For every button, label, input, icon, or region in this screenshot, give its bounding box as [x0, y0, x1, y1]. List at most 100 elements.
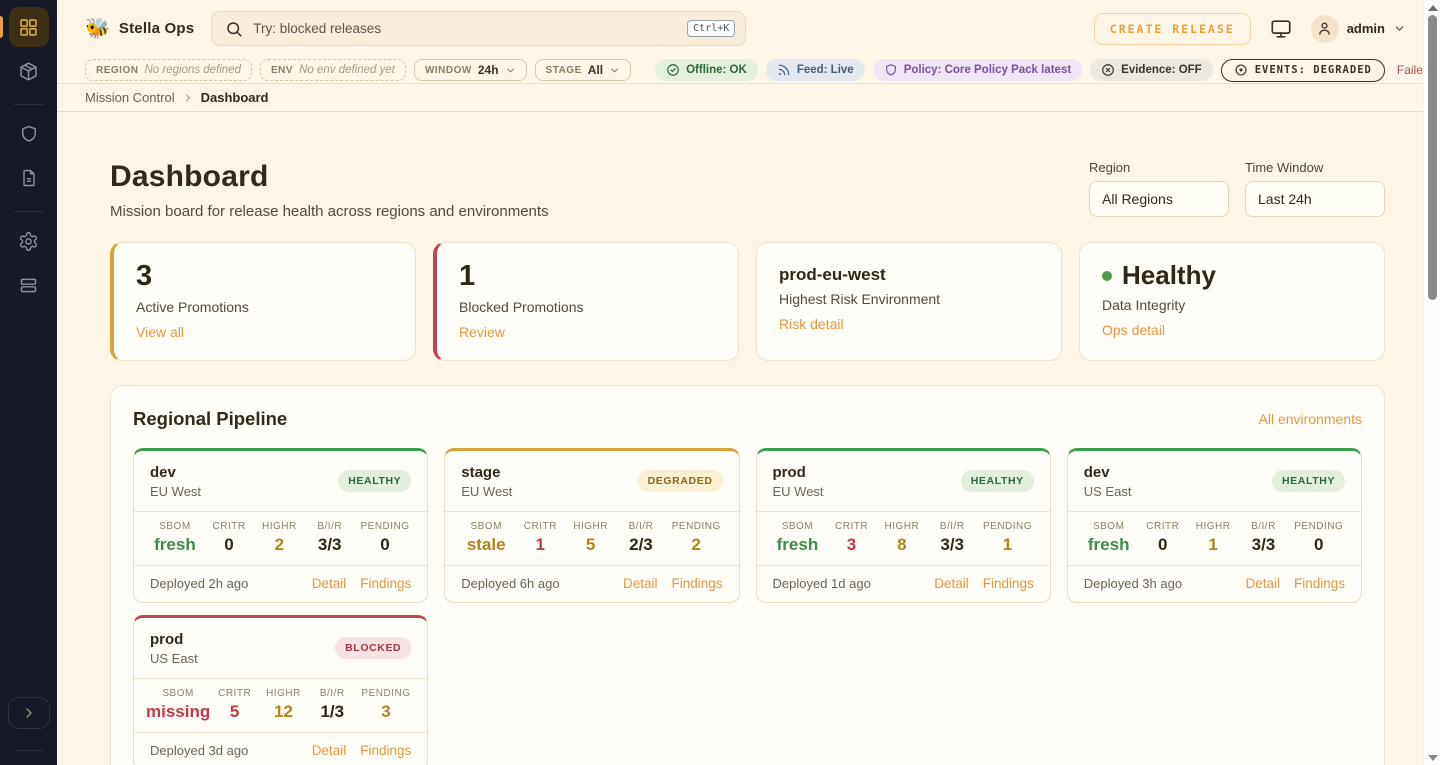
- region-select[interactable]: All Regions: [1089, 181, 1229, 217]
- env-filter-label: ENV: [271, 65, 293, 76]
- bir-value: 3/3: [1238, 535, 1288, 555]
- findings-link[interactable]: Findings: [671, 576, 722, 591]
- stage-filter[interactable]: STAGE All: [535, 59, 632, 81]
- detail-link[interactable]: Detail: [312, 576, 347, 591]
- pending-value: 0: [1289, 535, 1349, 555]
- sidebar-item-security[interactable]: [9, 114, 49, 154]
- user-menu[interactable]: admin: [1311, 15, 1406, 43]
- sbom-column-label: SBOM: [769, 521, 827, 532]
- env-filter-value: No env defined yet: [299, 64, 395, 76]
- env-name: dev: [1084, 464, 1132, 481]
- env-name: stage: [461, 464, 512, 481]
- findings-link[interactable]: Findings: [360, 743, 411, 758]
- region-select-label: Region: [1089, 160, 1229, 175]
- policy-status-pill[interactable]: Policy: Core Policy Pack latest: [873, 59, 1082, 81]
- pending-value: 1: [977, 535, 1037, 555]
- app-header: 🐝 Stella Ops Ctrl+K CREATE RELEASE admin: [57, 0, 1440, 57]
- sidebar-item-dashboard[interactable]: [9, 7, 49, 47]
- breadcrumb-mission-control[interactable]: Mission Control: [85, 90, 175, 105]
- app-title: Stella Ops: [119, 20, 194, 37]
- offline-status-pill[interactable]: Offline: OK: [655, 59, 758, 81]
- pipeline-card: stage EU West DEGRADED SBOMstale CRITR1 …: [444, 448, 739, 603]
- all-environments-link[interactable]: All environments: [1259, 411, 1363, 427]
- chevron-down-icon: [1393, 22, 1406, 35]
- feed-status-pill[interactable]: Feed: Live: [766, 59, 865, 81]
- critr-column-label: CRITR: [204, 521, 254, 532]
- circle-dot-icon: [1234, 63, 1248, 77]
- evidence-status-pill[interactable]: Evidence: OFF: [1090, 59, 1213, 81]
- deployed-ago: Deployed 3h ago: [1084, 576, 1182, 591]
- vertical-scrollbar[interactable]: [1423, 0, 1440, 765]
- pending-column-label: PENDING: [1289, 521, 1349, 532]
- sidebar-collapse-button[interactable]: [8, 697, 50, 729]
- bir-value: 2/3: [616, 535, 666, 555]
- sidebar-divider: [14, 750, 44, 751]
- findings-link[interactable]: Findings: [1294, 576, 1345, 591]
- monitor-icon[interactable]: [1270, 18, 1292, 40]
- policy-status-label: Policy: Core Policy Pack latest: [904, 64, 1071, 76]
- sbom-column-label: SBOM: [146, 688, 210, 699]
- sidebar-item-settings[interactable]: [9, 221, 49, 261]
- sidebar-footer: [0, 697, 57, 765]
- region-name: EU West: [150, 484, 201, 499]
- findings-link[interactable]: Findings: [983, 576, 1034, 591]
- window-filter[interactable]: WINDOW 24h: [414, 59, 527, 81]
- summary-stats: 3 Active Promotions View all 1 Blocked P…: [110, 242, 1385, 361]
- sidebar-item-documents[interactable]: [9, 158, 49, 198]
- create-release-button[interactable]: CREATE RELEASE: [1094, 13, 1251, 45]
- server-stack-icon: [18, 275, 39, 296]
- detail-link[interactable]: Detail: [312, 743, 347, 758]
- pending-column-label: PENDING: [666, 521, 726, 532]
- search-input[interactable]: [253, 21, 677, 36]
- risk-detail-link[interactable]: Risk detail: [779, 316, 844, 332]
- sbom-column-label: SBOM: [146, 521, 204, 532]
- stage-filter-value: All: [588, 63, 603, 77]
- critr-column-label: CRITR: [826, 521, 876, 532]
- scrollbar-up-arrow[interactable]: [1428, 5, 1438, 11]
- env-filter[interactable]: ENV No env defined yet: [260, 59, 406, 81]
- document-icon: [19, 168, 39, 188]
- status-badge: HEALTHY: [338, 470, 411, 492]
- package-icon: [18, 61, 39, 82]
- shield-icon: [884, 63, 898, 77]
- search-shortcut-kbd: Ctrl+K: [687, 20, 735, 37]
- highr-column-label: HIGHR: [877, 521, 927, 532]
- time-window-select[interactable]: Last 24h: [1245, 181, 1385, 217]
- check-circle-icon: [666, 63, 680, 77]
- stat-card-data-integrity: Healthy Data Integrity Ops detail: [1079, 242, 1385, 361]
- detail-link[interactable]: Detail: [623, 576, 658, 591]
- global-search[interactable]: Ctrl+K: [211, 11, 746, 46]
- detail-link[interactable]: Detail: [1245, 576, 1280, 591]
- bir-value: 3/3: [927, 535, 977, 555]
- sbom-value: fresh: [769, 535, 827, 555]
- pending-column-label: PENDING: [977, 521, 1037, 532]
- sidebar-item-infrastructure[interactable]: [9, 265, 49, 305]
- sidebar-item-releases[interactable]: [9, 51, 49, 91]
- pending-column-label: PENDING: [355, 521, 415, 532]
- status-badge: DEGRADED: [638, 470, 723, 492]
- findings-link[interactable]: Findings: [360, 576, 411, 591]
- highr-column-label: HIGHR: [254, 521, 304, 532]
- sidebar-divider: [14, 211, 44, 212]
- app-logo: 🐝: [85, 16, 110, 41]
- offline-status-label: Offline: OK: [686, 64, 747, 76]
- ops-detail-link[interactable]: Ops detail: [1102, 322, 1165, 338]
- chevron-right-icon: [21, 705, 37, 721]
- deployed-ago: Deployed 6h ago: [461, 576, 559, 591]
- pipeline-card: prod US East BLOCKED SBOMmissing CRITR5 …: [133, 615, 428, 765]
- env-name: prod: [773, 464, 824, 481]
- region-name: US East: [150, 651, 198, 666]
- highest-risk-value: prod-eu-west: [779, 260, 1039, 285]
- critr-value: 1: [515, 535, 565, 555]
- scrollbar-down-arrow[interactable]: [1428, 755, 1438, 761]
- scrollbar-thumb[interactable]: [1428, 15, 1437, 300]
- region-filter[interactable]: REGION No regions defined: [85, 59, 252, 81]
- status-badge: BLOCKED: [335, 637, 411, 659]
- avatar: [1311, 15, 1339, 43]
- events-status-pill[interactable]: EVENTS: DEGRADED: [1221, 59, 1385, 82]
- review-link[interactable]: Review: [459, 324, 505, 340]
- page-title-row: Dashboard Mission board for release heal…: [110, 160, 1385, 220]
- view-all-link[interactable]: View all: [136, 324, 184, 340]
- detail-link[interactable]: Detail: [934, 576, 969, 591]
- deployed-ago: Deployed 2h ago: [150, 576, 248, 591]
